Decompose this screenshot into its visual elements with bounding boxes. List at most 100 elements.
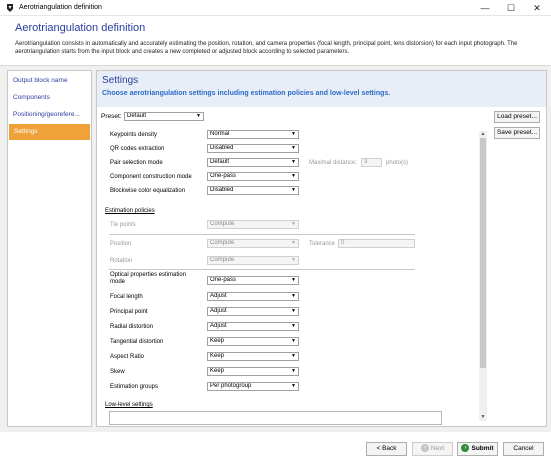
pair-selection-mode-select[interactable]: Default ▼ <box>207 158 299 167</box>
chevron-down-icon: ▼ <box>291 308 296 314</box>
aspect-ratio-label: Aspect Ratio <box>110 354 145 360</box>
cancel-button[interactable]: Cancel <box>503 442 544 456</box>
divider <box>109 234 415 235</box>
skew-value: Keep <box>210 368 225 374</box>
chevron-down-icon: ▼ <box>291 293 296 299</box>
estimation-groups-select[interactable]: Per photogroup ▼ <box>207 382 299 391</box>
blockwise-color-equalization-label: Blockwise color equalization <box>110 188 186 194</box>
principal-point-value: Adjust <box>210 308 227 314</box>
load-preset-button[interactable]: Load preset... <box>494 111 540 123</box>
tolerance-input[interactable]: 0 <box>338 239 415 248</box>
chevron-down-icon: ▼ <box>291 257 296 263</box>
tangential-distortion-value: Keep <box>210 338 225 344</box>
arrow-right-icon: › <box>461 444 470 453</box>
focal-length-select[interactable]: Adjust ▼ <box>207 292 299 301</box>
chevron-down-icon: ▼ <box>291 221 296 227</box>
blockwise-color-equalization-value: Disabled <box>210 187 234 193</box>
maximal-distance-unit: photo(s) <box>386 160 409 166</box>
scroll-down-icon[interactable]: ▼ <box>479 414 487 421</box>
qr-codes-extraction-label: QR codes extraction <box>110 146 165 152</box>
chevron-down-icon: ▼ <box>291 383 296 389</box>
aspect-ratio-value: Keep <box>210 353 225 359</box>
radial-distortion-value: Adjust <box>210 323 227 329</box>
chevron-down-icon: ▼ <box>291 240 296 246</box>
chevron-down-icon: ▼ <box>291 338 296 344</box>
maximal-distance-label: Maximal distance: <box>309 160 358 166</box>
principal-point-select[interactable]: Adjust ▼ <box>207 307 299 316</box>
rotation-value: Compute <box>210 257 235 263</box>
tie-points-select[interactable]: Compute ▼ <box>207 220 299 229</box>
position-select[interactable]: Compute ▼ <box>207 239 299 248</box>
estimation-groups-value: Per photogroup <box>210 383 252 389</box>
save-preset-button[interactable]: Save preset... <box>494 127 540 139</box>
low-level-settings-heading: Low-level settings <box>105 402 153 408</box>
sidebar-item-positioning[interactable]: Positioning/georefere... <box>8 107 91 123</box>
chevron-down-icon: ▼ <box>291 145 296 151</box>
component-construction-mode-value: One-pass <box>210 173 237 179</box>
radial-distortion-label: Radial distortion <box>110 324 154 330</box>
back-button[interactable]: < Back <box>366 442 407 456</box>
optical-properties-mode-value: One-pass <box>210 277 237 283</box>
focal-length-value: Adjust <box>210 293 227 299</box>
tie-points-label: Tie points <box>110 222 136 228</box>
settings-panel: Settings Choose aerotriangulation settin… <box>96 70 547 427</box>
position-value: Compute <box>210 240 235 246</box>
chevron-down-icon: ▼ <box>291 187 296 193</box>
chevron-down-icon: ▼ <box>291 131 296 137</box>
window-title: Aerotriangulation definition <box>19 4 102 11</box>
aspect-ratio-select[interactable]: Keep ▼ <box>207 352 299 361</box>
dialog-header: Aerotriangulation definition Aerotriangu… <box>0 16 551 66</box>
keypoints-density-value: Normal <box>210 131 230 137</box>
next-label: Next <box>430 445 445 452</box>
preset-select[interactable]: Default ▼ <box>124 112 204 121</box>
minimize-button[interactable]: — <box>473 0 497 16</box>
settings-header: Settings Choose aerotriangulation settin… <box>97 71 546 107</box>
estimation-groups-label: Estimation groups <box>110 384 159 390</box>
position-label: Position <box>110 241 132 247</box>
chevron-down-icon: ▼ <box>291 159 296 165</box>
rotation-select[interactable]: Compute ▼ <box>207 256 299 265</box>
maximal-distance-input[interactable]: 3 <box>361 158 382 167</box>
component-construction-mode-label: Component construction mode <box>110 174 192 180</box>
chevron-down-icon: ▼ <box>291 173 296 179</box>
settings-subtitle: Choose aerotriangulation settings includ… <box>102 90 391 97</box>
arrow-right-icon: › <box>420 444 429 453</box>
wizard-sidebar: Output block name Components Positioning… <box>7 70 92 427</box>
submit-label: Submit <box>471 445 494 452</box>
optical-properties-mode-label: Optical properties estimation mode <box>110 272 187 285</box>
qr-codes-extraction-select[interactable]: Disabled ▼ <box>207 144 299 153</box>
dialog-description: Aerotriangulation consists in automatica… <box>15 41 518 55</box>
skew-select[interactable]: Keep ▼ <box>207 367 299 376</box>
sidebar-item-settings[interactable]: Settings <box>9 124 90 140</box>
tangential-distortion-label: Tangential distortion <box>110 339 164 345</box>
optical-properties-mode-select[interactable]: One-pass ▼ <box>207 276 299 285</box>
qr-codes-extraction-value: Disabled <box>210 145 234 151</box>
low-level-settings-editor[interactable] <box>109 411 442 425</box>
pair-selection-mode-value: Default <box>210 159 230 165</box>
component-construction-mode-select[interactable]: One-pass ▼ <box>207 172 299 181</box>
estimation-policies-heading: Estimation policies <box>105 208 155 214</box>
scroll-thumb[interactable] <box>480 138 486 368</box>
settings-title: Settings <box>102 75 139 86</box>
chevron-down-icon: ▼ <box>291 277 296 283</box>
chevron-down-icon: ▼ <box>196 113 201 119</box>
preset-label: Preset: <box>101 113 122 120</box>
tolerance-label: Tolerance <box>309 241 336 247</box>
tangential-distortion-select[interactable]: Keep ▼ <box>207 337 299 346</box>
close-button[interactable]: ✕ <box>525 0 549 16</box>
sidebar-item-output-block-name[interactable]: Output block name <box>8 73 91 89</box>
radial-distortion-select[interactable]: Adjust ▼ <box>207 322 299 331</box>
rotation-label: Rotation <box>110 258 133 264</box>
tie-points-value: Compute <box>210 221 235 227</box>
chevron-down-icon: ▼ <box>291 323 296 329</box>
window-titlebar: Aerotriangulation definition — ☐ ✕ <box>0 0 551 16</box>
principal-point-label: Principal point <box>110 309 148 315</box>
vertical-scrollbar[interactable]: ▲ ▼ <box>479 131 487 421</box>
next-button[interactable]: › Next <box>412 442 453 456</box>
submit-button[interactable]: › Submit <box>457 442 498 456</box>
sidebar-item-components[interactable]: Components <box>8 90 91 106</box>
keypoints-density-select[interactable]: Normal ▼ <box>207 130 299 139</box>
blockwise-color-equalization-select[interactable]: Disabled ▼ <box>207 186 299 195</box>
maximize-button[interactable]: ☐ <box>499 0 523 16</box>
scroll-up-icon[interactable]: ▲ <box>479 131 487 138</box>
